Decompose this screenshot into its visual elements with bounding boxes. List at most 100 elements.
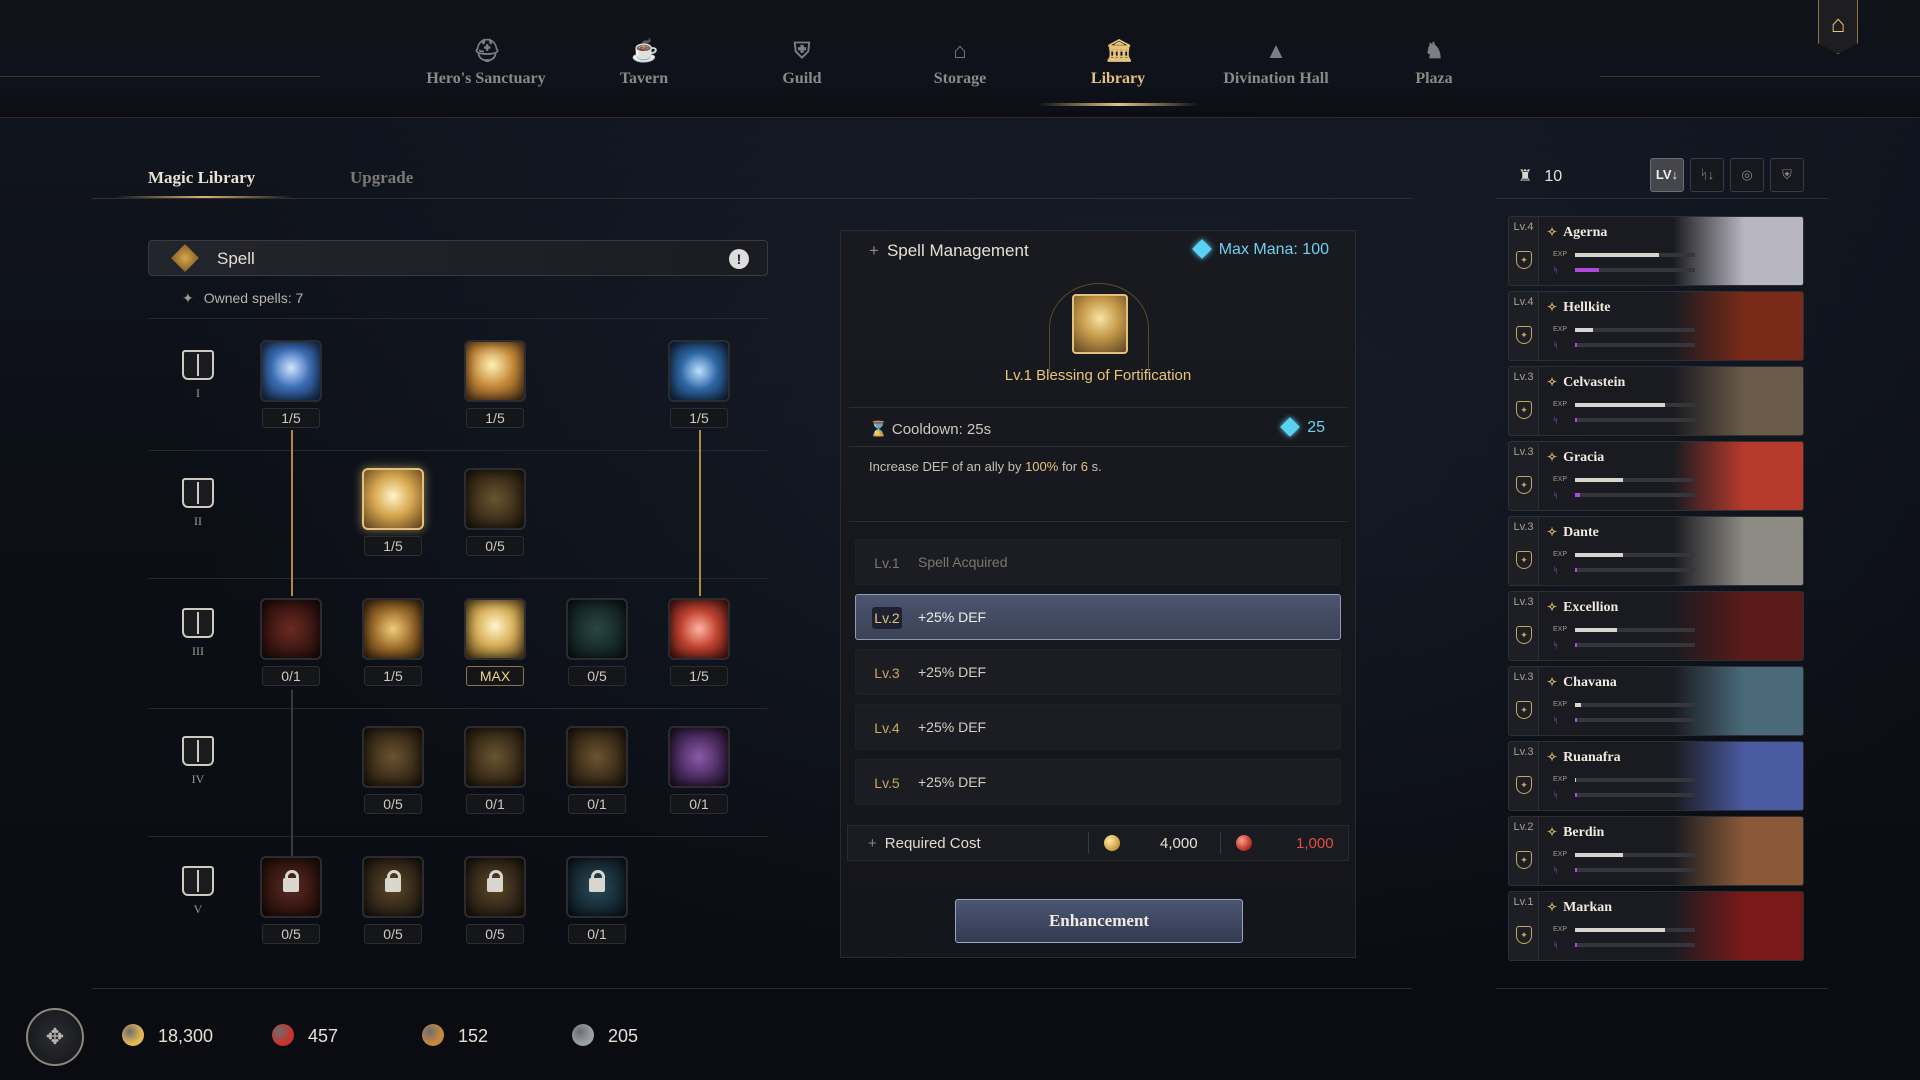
- bottom-divider: [92, 988, 1412, 989]
- spell-node[interactable]: 0/5: [566, 598, 628, 690]
- hero-role-icon: ✦: [1516, 926, 1532, 944]
- home-button[interactable]: ⌂: [1818, 0, 1858, 54]
- locked-spell-icon: [260, 856, 322, 918]
- selected-spell-name: Lv.1 Blessing of Fortification: [1004, 367, 1192, 384]
- mana-bar: [1575, 343, 1695, 347]
- spell-level-count: 0/1: [262, 666, 320, 686]
- hero-portrait: [1673, 892, 1803, 960]
- spell-icon: [464, 598, 526, 660]
- spell-node[interactable]: 0/5: [362, 856, 424, 948]
- nav-label: Hero's Sanctuary: [426, 70, 546, 87]
- mana-icon: ᛋ: [1553, 940, 1559, 950]
- tab-upgrade[interactable]: Upgrade: [350, 168, 413, 188]
- mana-gem-icon: [1280, 417, 1301, 437]
- library-icon: 🏛: [1105, 38, 1133, 63]
- hero-card[interactable]: Lv.3 ✦ ✧ Celvastein EXP ᛋ: [1508, 366, 1804, 436]
- nav-storage[interactable]: ⌂ Storage: [880, 38, 1040, 108]
- hero-class-icon: ✧: [1547, 675, 1558, 689]
- spell-node[interactable]: 0/1: [464, 726, 526, 818]
- exp-bar: [1575, 928, 1695, 932]
- sort-by-role-button[interactable]: ⛨: [1770, 158, 1804, 192]
- hero-card[interactable]: Lv.4 ✦ ✧ Hellkite EXP ᛋ: [1508, 291, 1804, 361]
- exp-bar: [1575, 778, 1695, 782]
- hero-card[interactable]: Lv.3 ✦ ✧ Ruanafra EXP ᛋ: [1508, 741, 1804, 811]
- hero-role-icon: ✦: [1516, 701, 1532, 719]
- max-mana: Max Mana: 100: [1191, 239, 1329, 259]
- hero-name: ✧ Excellion: [1547, 600, 1619, 615]
- level-row-2[interactable]: Lv.2 +25% DEF: [855, 594, 1341, 640]
- owned-spells-label: Owned spells: 7: [203, 290, 304, 306]
- hero-card[interactable]: Lv.3 ✦ ✧ Chavana EXP ᛋ: [1508, 666, 1804, 736]
- nav-guild[interactable]: ⛨ Guild: [722, 38, 882, 108]
- tab-magic-library[interactable]: Magic Library: [148, 168, 255, 188]
- spell-node[interactable]: MAX: [464, 598, 526, 690]
- spell-node[interactable]: 0/5: [464, 856, 526, 948]
- nav-tavern[interactable]: ☕ Tavern: [564, 38, 724, 108]
- nav-heros-sanctuary[interactable]: ⛑ Hero's Sanctuary: [406, 38, 566, 108]
- hero-role-icon: ✦: [1516, 776, 1532, 794]
- spell-node[interactable]: 0/5: [260, 856, 322, 948]
- spell-node[interactable]: 1/5: [668, 340, 730, 432]
- hero-class-icon: ✧: [1547, 825, 1558, 839]
- spell-node[interactable]: 0/1: [260, 598, 322, 690]
- spell-level-count: 0/5: [466, 924, 524, 944]
- exp-bar: [1575, 703, 1695, 707]
- hero-card[interactable]: Lv.3 ✦ ✧ Gracia EXP ᛋ: [1508, 441, 1804, 511]
- spell-icon: [260, 598, 322, 660]
- tier-label-iv: IV: [176, 736, 220, 787]
- mana-bar: [1575, 643, 1695, 647]
- spell-level-count: 0/5: [568, 666, 626, 686]
- info-icon[interactable]: !: [729, 249, 749, 269]
- spell-icon: [668, 726, 730, 788]
- mana-bar: [1575, 418, 1695, 422]
- vault-icon: ⌂: [953, 38, 967, 63]
- hero-card[interactable]: Lv.3 ✦ ✧ Dante EXP ᛋ: [1508, 516, 1804, 586]
- nav-divination-hall[interactable]: ▲ Divination Hall: [1196, 38, 1356, 108]
- spell-node[interactable]: 1/5: [668, 598, 730, 690]
- spell-node[interactable]: 1/5: [362, 598, 424, 690]
- hero-card[interactable]: Lv.4 ✦ ✧ Agerna EXP ᛋ: [1508, 216, 1804, 286]
- exp-bar: [1575, 478, 1695, 482]
- sort-by-level-button[interactable]: LV↓: [1650, 158, 1684, 192]
- locked-spell-icon: [566, 856, 628, 918]
- hero-card[interactable]: Lv.1 ✦ ✧ Markan EXP ᛋ: [1508, 891, 1804, 961]
- hero-role-icon: ✦: [1516, 476, 1532, 494]
- hero-class-icon: ✧: [1547, 450, 1558, 464]
- hero-role-icon: ✦: [1516, 251, 1532, 269]
- hero-count-icon: ♜: [1518, 168, 1533, 185]
- hero-name: ✧ Gracia: [1547, 450, 1605, 465]
- hero-class-icon: ✧: [1547, 225, 1558, 239]
- mana-cost: 25: [1280, 417, 1325, 437]
- hero-card[interactable]: Lv.3 ✦ ✧ Excellion EXP ᛋ: [1508, 591, 1804, 661]
- nav-library[interactable]: 🏛 Library: [1038, 38, 1198, 108]
- compass-menu-button[interactable]: ✥: [26, 1008, 84, 1066]
- spell-node[interactable]: 0/5: [362, 726, 424, 818]
- nav-plaza[interactable]: ♞ Plaza: [1354, 38, 1514, 108]
- exp-bar: [1575, 853, 1695, 857]
- hero-role-icon: ✦: [1516, 326, 1532, 344]
- enhancement-button[interactable]: Enhancement: [955, 899, 1243, 943]
- spell-node[interactable]: 0/5: [464, 468, 526, 560]
- hero-name: ✧ Celvastein: [1547, 375, 1626, 390]
- hero-name: ✧ Ruanafra: [1547, 750, 1621, 765]
- spell-node[interactable]: 1/5: [464, 340, 526, 432]
- hero-card[interactable]: Lv.2 ✦ ✧ Berdin EXP ᛋ: [1508, 816, 1804, 886]
- spell-icon: [362, 726, 424, 788]
- spell-panel-header: Spell !: [148, 240, 768, 276]
- spell-node[interactable]: 0/1: [566, 726, 628, 818]
- hero-class-icon: ✧: [1547, 750, 1558, 764]
- sort-by-element-button[interactable]: ◎: [1730, 158, 1764, 192]
- hero-level: Lv.4 ✦: [1509, 292, 1539, 360]
- tier-divider: [148, 578, 768, 579]
- locked-spell-icon: [362, 856, 424, 918]
- hero-role-icon: ✦: [1516, 626, 1532, 644]
- spell-node[interactable]: 0/1: [668, 726, 730, 818]
- sort-by-class-button[interactable]: ᛋ↓: [1690, 158, 1724, 192]
- spell-node[interactable]: 1/5: [260, 340, 322, 432]
- spell-node[interactable]: 1/5: [362, 468, 424, 560]
- spell-node[interactable]: 0/1: [566, 856, 628, 948]
- hero-name: ✧ Berdin: [1547, 825, 1605, 840]
- nav-label: Library: [1090, 70, 1146, 87]
- tier-label-ii: II: [176, 478, 220, 529]
- scroll-icon: [422, 1024, 444, 1046]
